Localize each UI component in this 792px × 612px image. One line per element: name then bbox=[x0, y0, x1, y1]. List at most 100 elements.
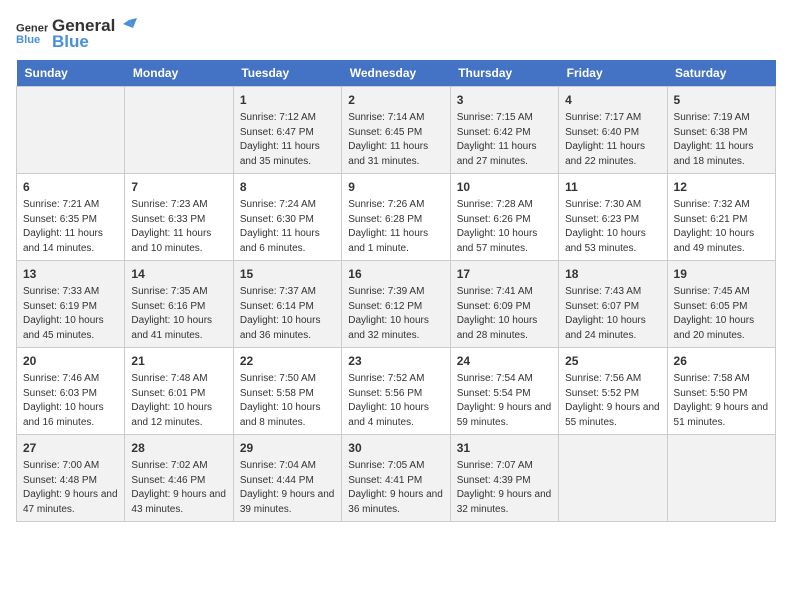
day-number: 8 bbox=[240, 178, 335, 196]
day-cell: 14 Sunrise: 7:35 AM Sunset: 6:16 PM Dayli… bbox=[125, 261, 233, 348]
day-cell: 10Sunrise: 7:28 AM Sunset: 6:26 PM Dayli… bbox=[450, 174, 558, 261]
day-info: Sunrise: 7:45 AM Sunset: 6:05 PM Dayligh… bbox=[674, 285, 769, 343]
day-cell: 18 Sunrise: 7:43 AM Sunset: 6:07 PM Dayli… bbox=[559, 261, 667, 348]
page-header: General Blue General Blue bbox=[16, 16, 776, 52]
day-number: 9 bbox=[348, 178, 443, 196]
day-info: Sunrise: 7:41 AM Sunset: 6:09 PM Dayligh… bbox=[457, 285, 552, 343]
week-row-1: 1 Sunrise: 7:12 AM Sunset: 6:47 PM Daylig… bbox=[17, 87, 776, 174]
calendar-table: SundayMondayTuesdayWednesdayThursdayFrid… bbox=[16, 60, 776, 522]
day-number: 16 bbox=[348, 265, 443, 283]
week-row-2: 6Sunrise: 7:21 AM Sunset: 6:35 PM Daylig… bbox=[17, 174, 776, 261]
day-cell: 19 Sunrise: 7:45 AM Sunset: 6:05 PM Dayli… bbox=[667, 261, 775, 348]
day-number: 18 bbox=[565, 265, 660, 283]
day-info: Sunrise: 7:28 AM Sunset: 6:26 PM Dayligh… bbox=[457, 198, 552, 256]
day-number: 12 bbox=[674, 178, 769, 196]
day-info: Sunrise: 7:14 AM Sunset: 6:45 PM Dayligh… bbox=[348, 111, 443, 169]
day-number: 30 bbox=[348, 439, 443, 457]
day-cell bbox=[125, 87, 233, 174]
logo-icon: General Blue bbox=[16, 20, 48, 48]
day-info: Sunrise: 7:23 AM Sunset: 6:33 PM Dayligh… bbox=[131, 198, 226, 256]
day-info: Sunrise: 7:15 AM Sunset: 6:42 PM Dayligh… bbox=[457, 111, 552, 169]
day-number: 1 bbox=[240, 91, 335, 109]
day-cell: 7 Sunrise: 7:23 AM Sunset: 6:33 PM Daylig… bbox=[125, 174, 233, 261]
weekday-header-wednesday: Wednesday bbox=[342, 60, 450, 87]
day-number: 4 bbox=[565, 91, 660, 109]
day-info: Sunrise: 7:54 AM Sunset: 5:54 PM Dayligh… bbox=[457, 372, 552, 430]
day-number: 6 bbox=[23, 178, 118, 196]
day-info: Sunrise: 7:02 AM Sunset: 4:46 PM Dayligh… bbox=[131, 459, 226, 517]
week-row-3: 13Sunrise: 7:33 AM Sunset: 6:19 PM Dayli… bbox=[17, 261, 776, 348]
week-row-4: 20Sunrise: 7:46 AM Sunset: 6:03 PM Dayli… bbox=[17, 348, 776, 435]
weekday-header-saturday: Saturday bbox=[667, 60, 775, 87]
day-info: Sunrise: 7:00 AM Sunset: 4:48 PM Dayligh… bbox=[23, 459, 118, 517]
day-info: Sunrise: 7:43 AM Sunset: 6:07 PM Dayligh… bbox=[565, 285, 660, 343]
week-row-5: 27 Sunrise: 7:00 AM Sunset: 4:48 PM Dayli… bbox=[17, 435, 776, 522]
day-cell: 12 Sunrise: 7:32 AM Sunset: 6:21 PM Dayli… bbox=[667, 174, 775, 261]
day-info: Sunrise: 7:30 AM Sunset: 6:23 PM Dayligh… bbox=[565, 198, 660, 256]
day-info: Sunrise: 7:56 AM Sunset: 5:52 PM Dayligh… bbox=[565, 372, 660, 430]
day-info: Sunrise: 7:37 AM Sunset: 6:14 PM Dayligh… bbox=[240, 285, 335, 343]
day-number: 19 bbox=[674, 265, 769, 283]
day-number: 23 bbox=[348, 352, 443, 370]
day-cell: 6Sunrise: 7:21 AM Sunset: 6:35 PM Daylig… bbox=[17, 174, 125, 261]
day-info: Sunrise: 7:35 AM Sunset: 6:16 PM Dayligh… bbox=[131, 285, 226, 343]
day-number: 11 bbox=[565, 178, 660, 196]
day-cell: 25Sunrise: 7:56 AM Sunset: 5:52 PM Dayli… bbox=[559, 348, 667, 435]
day-number: 29 bbox=[240, 439, 335, 457]
day-number: 21 bbox=[131, 352, 226, 370]
day-cell: 31 Sunrise: 7:07 AM Sunset: 4:39 PM Dayli… bbox=[450, 435, 558, 522]
day-number: 17 bbox=[457, 265, 552, 283]
day-cell: 1 Sunrise: 7:12 AM Sunset: 6:47 PM Daylig… bbox=[233, 87, 341, 174]
day-info: Sunrise: 7:48 AM Sunset: 6:01 PM Dayligh… bbox=[131, 372, 226, 430]
day-cell: 27 Sunrise: 7:00 AM Sunset: 4:48 PM Dayli… bbox=[17, 435, 125, 522]
day-number: 28 bbox=[131, 439, 226, 457]
day-cell: 28 Sunrise: 7:02 AM Sunset: 4:46 PM Dayli… bbox=[125, 435, 233, 522]
day-cell: 24Sunrise: 7:54 AM Sunset: 5:54 PM Dayli… bbox=[450, 348, 558, 435]
day-info: Sunrise: 7:07 AM Sunset: 4:39 PM Dayligh… bbox=[457, 459, 552, 517]
day-info: Sunrise: 7:58 AM Sunset: 5:50 PM Dayligh… bbox=[674, 372, 769, 430]
day-number: 31 bbox=[457, 439, 552, 457]
day-number: 3 bbox=[457, 91, 552, 109]
day-cell: 3 Sunrise: 7:15 AM Sunset: 6:42 PM Daylig… bbox=[450, 87, 558, 174]
day-number: 27 bbox=[23, 439, 118, 457]
day-info: Sunrise: 7:05 AM Sunset: 4:41 PM Dayligh… bbox=[348, 459, 443, 517]
day-cell: 29 Sunrise: 7:04 AM Sunset: 4:44 PM Dayli… bbox=[233, 435, 341, 522]
logo-blue: Blue bbox=[52, 32, 137, 52]
day-cell: 9 Sunrise: 7:26 AM Sunset: 6:28 PM Daylig… bbox=[342, 174, 450, 261]
day-info: Sunrise: 7:04 AM Sunset: 4:44 PM Dayligh… bbox=[240, 459, 335, 517]
logo: General Blue General Blue bbox=[16, 16, 137, 52]
day-info: Sunrise: 7:17 AM Sunset: 6:40 PM Dayligh… bbox=[565, 111, 660, 169]
svg-text:General: General bbox=[16, 23, 48, 35]
day-cell bbox=[667, 435, 775, 522]
day-number: 20 bbox=[23, 352, 118, 370]
weekday-header-friday: Friday bbox=[559, 60, 667, 87]
day-cell: 22Sunrise: 7:50 AM Sunset: 5:58 PM Dayli… bbox=[233, 348, 341, 435]
day-info: Sunrise: 7:50 AM Sunset: 5:58 PM Dayligh… bbox=[240, 372, 335, 430]
day-info: Sunrise: 7:24 AM Sunset: 6:30 PM Dayligh… bbox=[240, 198, 335, 256]
weekday-header-monday: Monday bbox=[125, 60, 233, 87]
day-cell: 11 Sunrise: 7:30 AM Sunset: 6:23 PM Dayli… bbox=[559, 174, 667, 261]
weekday-header-tuesday: Tuesday bbox=[233, 60, 341, 87]
weekday-header-row: SundayMondayTuesdayWednesdayThursdayFrid… bbox=[17, 60, 776, 87]
day-cell: 2Sunrise: 7:14 AM Sunset: 6:45 PM Daylig… bbox=[342, 87, 450, 174]
day-info: Sunrise: 7:19 AM Sunset: 6:38 PM Dayligh… bbox=[674, 111, 769, 169]
day-number: 14 bbox=[131, 265, 226, 283]
day-number: 26 bbox=[674, 352, 769, 370]
day-info: Sunrise: 7:12 AM Sunset: 6:47 PM Dayligh… bbox=[240, 111, 335, 169]
day-cell bbox=[17, 87, 125, 174]
day-info: Sunrise: 7:52 AM Sunset: 5:56 PM Dayligh… bbox=[348, 372, 443, 430]
day-number: 15 bbox=[240, 265, 335, 283]
day-cell: 17 Sunrise: 7:41 AM Sunset: 6:09 PM Dayli… bbox=[450, 261, 558, 348]
day-number: 7 bbox=[131, 178, 226, 196]
day-info: Sunrise: 7:33 AM Sunset: 6:19 PM Dayligh… bbox=[23, 285, 118, 343]
day-cell: 26 Sunrise: 7:58 AM Sunset: 5:50 PM Dayli… bbox=[667, 348, 775, 435]
day-info: Sunrise: 7:26 AM Sunset: 6:28 PM Dayligh… bbox=[348, 198, 443, 256]
day-cell: 13Sunrise: 7:33 AM Sunset: 6:19 PM Dayli… bbox=[17, 261, 125, 348]
day-info: Sunrise: 7:32 AM Sunset: 6:21 PM Dayligh… bbox=[674, 198, 769, 256]
weekday-header-sunday: Sunday bbox=[17, 60, 125, 87]
weekday-header-thursday: Thursday bbox=[450, 60, 558, 87]
day-cell bbox=[559, 435, 667, 522]
svg-text:Blue: Blue bbox=[16, 34, 40, 46]
day-info: Sunrise: 7:39 AM Sunset: 6:12 PM Dayligh… bbox=[348, 285, 443, 343]
day-cell: 23 Sunrise: 7:52 AM Sunset: 5:56 PM Dayli… bbox=[342, 348, 450, 435]
